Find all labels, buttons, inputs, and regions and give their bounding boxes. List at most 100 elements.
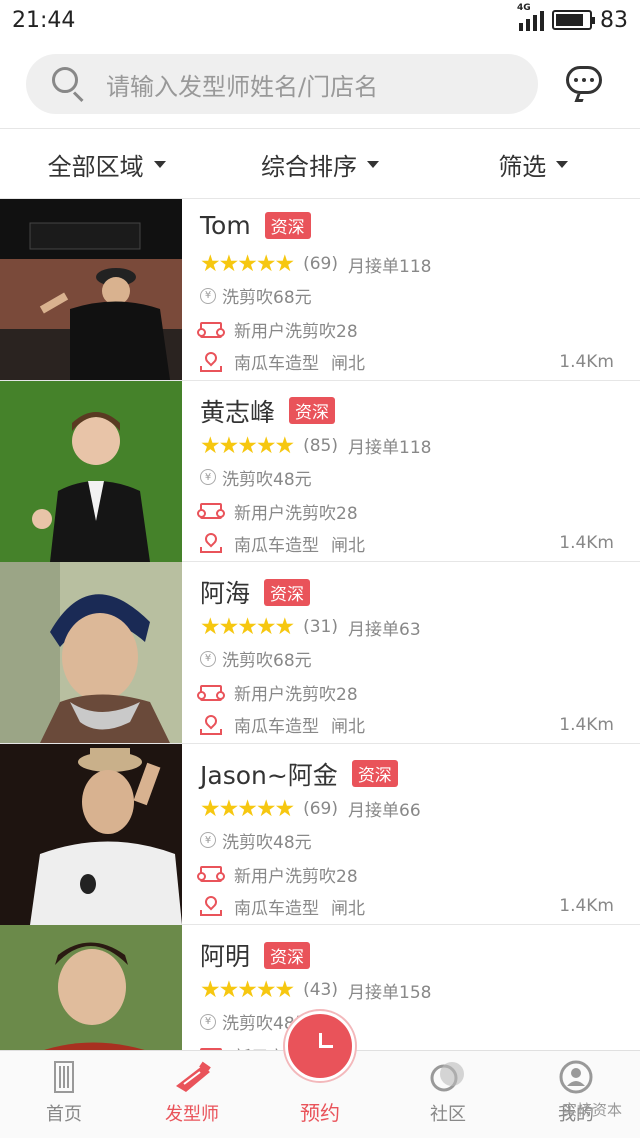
clipper-icon: [176, 1061, 211, 1092]
status-time: 21:44: [12, 7, 76, 33]
stylist-name: Jason~阿金: [200, 760, 338, 790]
shop-name: 南瓜车造型: [234, 898, 319, 919]
stylist-name: 黄志峰: [200, 397, 276, 427]
location-icon: [200, 349, 222, 372]
rating-stars: ★★★★★: [200, 977, 295, 1003]
stylist-photo: [0, 562, 182, 743]
ticket-icon: [197, 321, 225, 338]
shop-name: 南瓜车造型: [234, 535, 319, 556]
rating-stars: ★★★★★: [200, 795, 295, 822]
promo-text: 新用户洗剪吹28: [234, 685, 358, 705]
tab-stylist-label: 发型师: [165, 1104, 219, 1125]
filter-region[interactable]: 全部区域: [0, 147, 213, 182]
stylist-name: 阿明: [200, 942, 251, 971]
ticket-icon: [197, 684, 225, 701]
district: 闸北: [331, 354, 365, 374]
booking-button[interactable]: [285, 1011, 355, 1081]
tab-home-label: 首页: [46, 1104, 82, 1125]
stylist-row[interactable]: Tom 资深 ★★★★★ (69) 月接单118 ¥ 洗剪吹68元 新用户洗剪吹…: [0, 199, 640, 381]
stylist-list: Tom 资深 ★★★★★ (69) 月接单118 ¥ 洗剪吹68元 新用户洗剪吹…: [0, 199, 640, 1107]
yen-icon: ¥: [200, 1013, 216, 1030]
tab-home[interactable]: 首页: [0, 1051, 128, 1138]
profile-icon: [559, 1060, 593, 1094]
tab-booking-label: 预约: [300, 1101, 340, 1125]
review-count: (69): [303, 798, 339, 819]
battery-level: 83: [600, 7, 628, 33]
yen-icon: ¥: [200, 650, 216, 667]
promo-text: 新用户洗剪吹28: [234, 503, 358, 524]
tab-bar: 首页 发型师 预约 社区 我的: [0, 1011, 640, 1138]
ticket-icon: [197, 866, 225, 882]
stylist-row[interactable]: 黄志峰 资深 ★★★★★ (85) 月接单118 ¥ 洗剪吹48元 新用户洗剪吹…: [0, 380, 640, 562]
filter-sort[interactable]: 综合排序: [213, 147, 426, 182]
search-placeholder: 请输入发型师姓名/门店名: [106, 72, 379, 101]
search-input[interactable]: 请输入发型师姓名/门店名: [26, 54, 538, 114]
battery-icon: [552, 10, 595, 30]
review-count: (31): [303, 617, 339, 637]
tab-stylist[interactable]: 发型师: [128, 1051, 256, 1138]
monthly-orders: 月接单66: [348, 801, 421, 821]
stylist-name: Tom: [200, 211, 251, 240]
filter-screen[interactable]: 筛选: [427, 147, 640, 182]
rating-stars: ★★★★★: [200, 251, 295, 277]
search-icon: [52, 67, 86, 103]
monthly-orders: 月接单158: [348, 982, 432, 1003]
distance: 1.4Km: [559, 714, 614, 735]
distance: 1.4Km: [559, 896, 614, 916]
tab-booking[interactable]: 预约: [256, 1011, 384, 1138]
service-price: 洗剪吹68元: [222, 288, 312, 308]
service-price: 洗剪吹48元: [222, 469, 312, 490]
tab-community-label: 社区: [430, 1104, 466, 1125]
watermark: 实榜资本: [561, 1101, 622, 1119]
distance: 1.4Km: [559, 351, 614, 372]
shop-name: 南瓜车造型: [234, 717, 319, 737]
district: 闸北: [331, 535, 365, 556]
location-icon: [200, 712, 222, 735]
rating-stars: ★★★★★: [200, 432, 295, 459]
senior-badge: 资深: [264, 578, 311, 606]
divider: [0, 128, 640, 129]
ticket-icon: [197, 503, 225, 519]
stylist-row[interactable]: Jason~阿金 资深 ★★★★★ (69) 月接单66 ¥ 洗剪吹48元 新用…: [0, 743, 640, 925]
monthly-orders: 月接单63: [348, 619, 421, 640]
service-price: 洗剪吹48元: [222, 832, 312, 853]
chevron-down-icon: [366, 160, 379, 168]
location-icon: [200, 893, 222, 916]
status-indicators: 4G 83: [517, 3, 628, 33]
district: 闸北: [331, 717, 365, 737]
yen-icon: ¥: [200, 469, 216, 485]
distance: 1.4Km: [559, 533, 614, 553]
chevron-down-icon: [153, 160, 166, 168]
stylist-photo: [0, 743, 182, 925]
stylist-name: 阿海: [200, 579, 251, 608]
stylist-info: 黄志峰 资深 ★★★★★ (85) 月接单118 ¥ 洗剪吹48元 新用户洗剪吹…: [197, 381, 614, 562]
review-count: (43): [303, 980, 339, 1000]
tab-profile[interactable]: 我的: [512, 1051, 640, 1138]
senior-badge: 资深: [351, 760, 398, 787]
home-icon: [54, 1061, 74, 1093]
chevron-down-icon: [556, 160, 569, 168]
stylist-info: 阿海 资深 ★★★★★ (31) 月接单63 ¥ 洗剪吹68元 新用户洗剪吹28…: [197, 562, 614, 743]
stylist-photo: [0, 199, 182, 380]
filter-sort-label: 综合排序: [260, 152, 357, 181]
tab-community[interactable]: 社区: [384, 1051, 512, 1138]
yen-icon: ¥: [200, 832, 216, 848]
stylist-info: Tom 资深 ★★★★★ (69) 月接单118 ¥ 洗剪吹68元 新用户洗剪吹…: [197, 199, 614, 380]
promo-text: 新用户洗剪吹28: [234, 866, 358, 887]
service-price: 洗剪吹68元: [222, 651, 312, 671]
filter-region-label: 全部区域: [47, 152, 144, 181]
shop-name: 南瓜车造型: [234, 354, 319, 374]
message-icon[interactable]: [566, 66, 604, 102]
monthly-orders: 月接单118: [348, 256, 432, 277]
yen-icon: ¥: [200, 287, 216, 304]
network-type: 4G: [517, 3, 531, 13]
review-count: (69): [303, 254, 339, 274]
senior-badge: 资深: [264, 941, 311, 969]
senior-badge: 资深: [264, 212, 311, 239]
search-row: 请输入发型师姓名/门店名: [0, 52, 640, 116]
promo-text: 新用户洗剪吹28: [234, 322, 358, 342]
community-icon: [430, 1062, 464, 1092]
stylist-row[interactable]: 阿海 资深 ★★★★★ (31) 月接单63 ¥ 洗剪吹68元 新用户洗剪吹28…: [0, 562, 640, 744]
rating-stars: ★★★★★: [200, 614, 295, 640]
monthly-orders: 月接单118: [348, 438, 432, 458]
